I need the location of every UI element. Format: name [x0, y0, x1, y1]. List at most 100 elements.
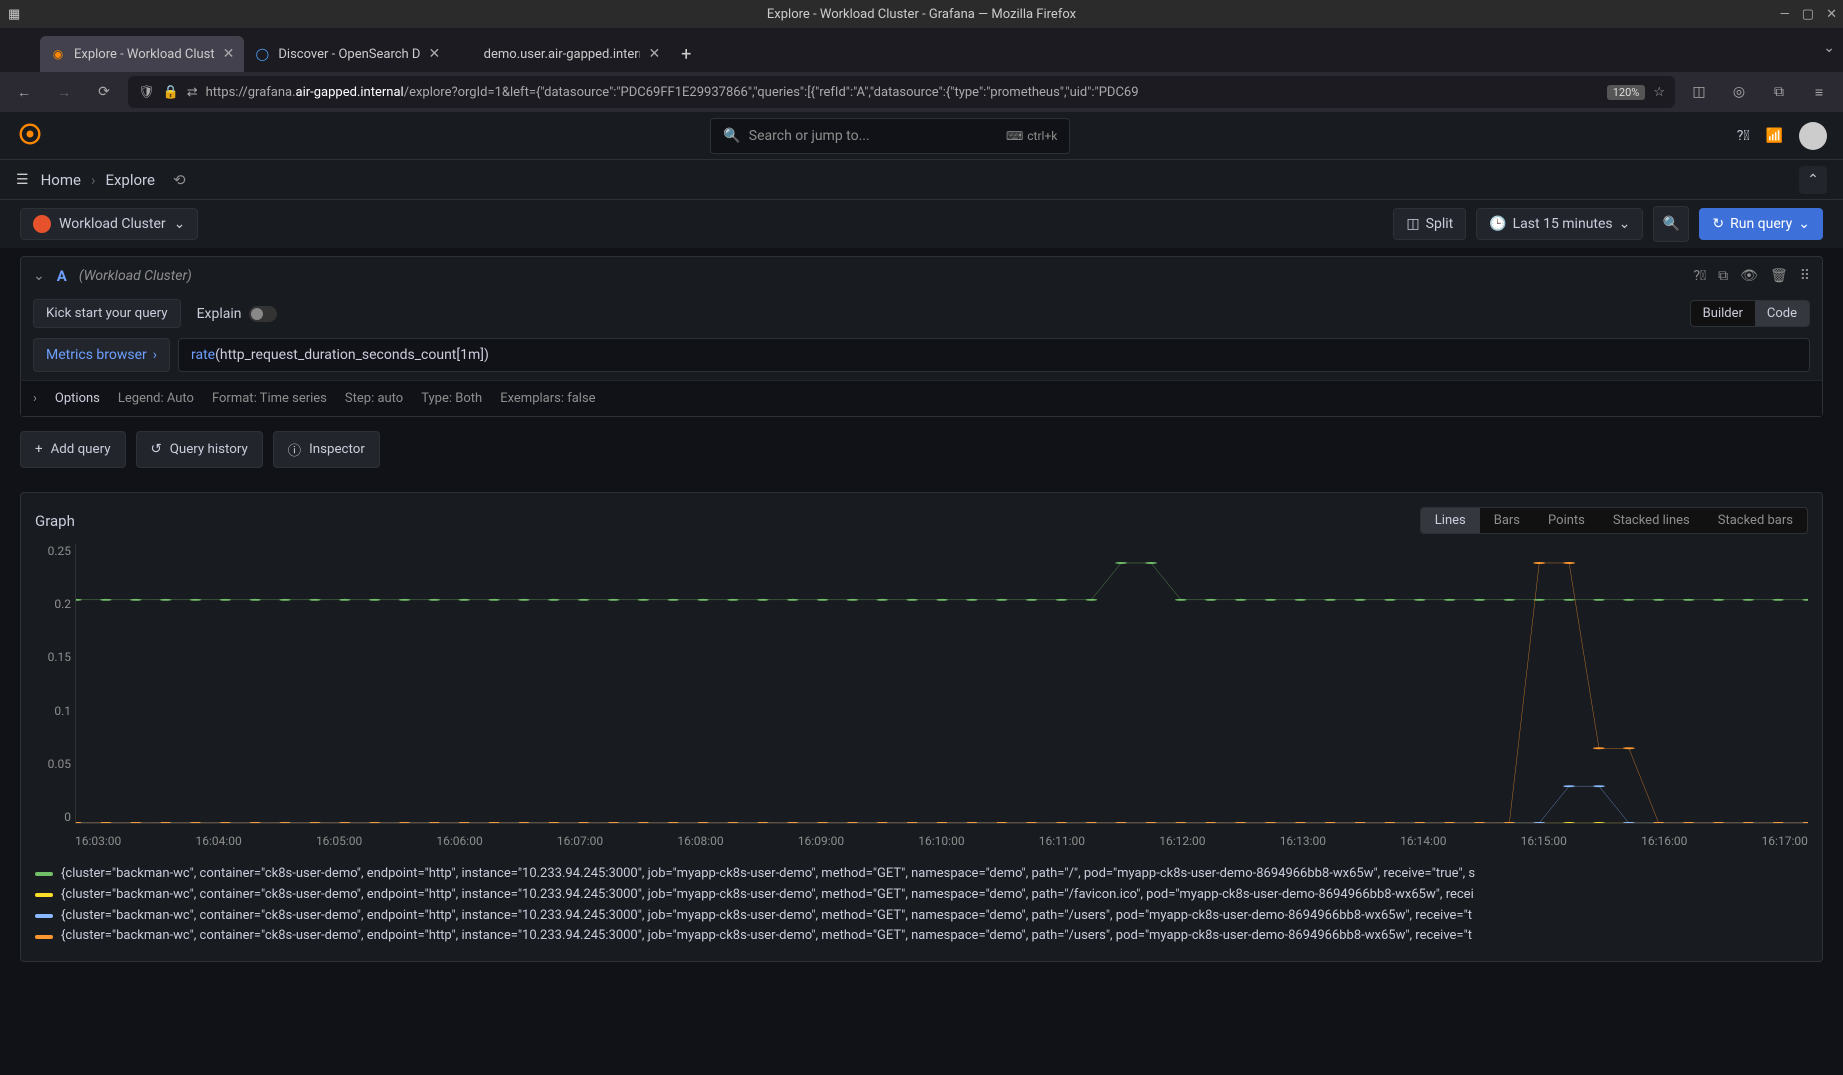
query-history-button[interactable]: ↺ Query history	[136, 431, 263, 468]
browser-tab-grafana[interactable]: ◉ Explore - Workload Clust ✕	[40, 36, 244, 72]
share-icon[interactable]: ⟲	[173, 171, 186, 189]
run-query-button[interactable]: ↻ Run query ⌄	[1699, 208, 1823, 240]
titlebar-app-icons: ▦	[8, 7, 20, 22]
code-option[interactable]: Code	[1755, 301, 1809, 326]
tab-close-icon[interactable]: ✕	[223, 46, 235, 62]
zoom-out-button[interactable]: 🔍	[1653, 206, 1689, 242]
help-icon[interactable]: ?⃝	[1737, 128, 1750, 144]
graph-panel: Graph LinesBarsPointsStacked linesStacke…	[20, 492, 1823, 962]
bookmark-star-icon[interactable]: ☆	[1653, 85, 1665, 100]
copy-icon[interactable]: ⧉	[1718, 268, 1728, 284]
hamburger-icon[interactable]: ☰	[16, 172, 29, 188]
permissions-icon[interactable]: ⇄	[187, 85, 198, 100]
reload-button[interactable]: ⟳	[88, 76, 120, 108]
chart-svg	[76, 544, 1808, 823]
legend-item[interactable]: {cluster="backman-wc", container="ck8s-u…	[35, 926, 1808, 947]
legend-item[interactable]: {cluster="backman-wc", container="ck8s-u…	[35, 906, 1808, 927]
collapse-toggle-icon[interactable]: ⌄	[33, 268, 45, 284]
opensearch-favicon-icon: ◯	[254, 46, 270, 62]
viz-type-switch: LinesBarsPointsStacked linesStacked bars	[1420, 507, 1808, 534]
address-bar[interactable]: 🛡 🔒 ⇄ https://grafana.air-gapped.interna…	[128, 76, 1675, 108]
query-options-row[interactable]: › Options Legend: Auto Format: Time seri…	[21, 380, 1822, 416]
step-option: Step: auto	[345, 391, 403, 406]
trash-icon[interactable]: 🗑	[1770, 268, 1788, 284]
zoom-badge[interactable]: 120%	[1607, 85, 1646, 100]
tab-close-icon[interactable]: ✕	[648, 46, 660, 62]
legend-item[interactable]: {cluster="backman-wc", container="ck8s-u…	[35, 864, 1808, 885]
expand-options-icon[interactable]: ›	[33, 391, 37, 406]
search-minus-icon: 🔍	[1663, 216, 1680, 232]
legend-item[interactable]: {cluster="backman-wc", container="ck8s-u…	[35, 885, 1808, 906]
datasource-picker[interactable]: Workload Cluster ⌄	[20, 208, 198, 240]
account-icon[interactable]: ◎	[1723, 76, 1755, 108]
menu-icon[interactable]: ≡	[1803, 76, 1835, 108]
viz-option-points[interactable]: Points	[1534, 508, 1599, 533]
viz-option-lines[interactable]: Lines	[1421, 508, 1480, 533]
kick-start-button[interactable]: Kick start your query	[33, 299, 181, 328]
pocket-icon[interactable]: ◫	[1683, 76, 1715, 108]
breadcrumb: Home › Explore ⟲	[41, 171, 186, 189]
explain-toggle[interactable]	[249, 306, 277, 322]
legend-option: Legend: Auto	[118, 391, 194, 406]
legend-text: {cluster="backman-wc", container="ck8s-u…	[61, 906, 1472, 927]
eye-icon[interactable]: 👁	[1740, 268, 1758, 284]
sync-icon: ↻	[1712, 216, 1724, 232]
grafana-logo-icon[interactable]	[16, 120, 44, 152]
prometheus-icon	[33, 215, 51, 233]
promql-editor[interactable]: rate(http_request_duration_seconds_count…	[178, 338, 1810, 372]
tab-list-dropdown-icon[interactable]: ⌄	[1823, 40, 1835, 56]
query-editor-row: ⌄ A (Workload Cluster) ?⃝ ⧉ 👁 🗑 ⠿ Kick s…	[20, 256, 1823, 417]
maximize-icon[interactable]: ▢	[1802, 7, 1814, 22]
search-input[interactable]: 🔍 Search or jump to... ⌨ ctrl+k	[710, 118, 1070, 154]
add-query-button[interactable]: + Add query	[20, 431, 126, 468]
chevron-right-icon: ›	[153, 347, 157, 363]
builder-option[interactable]: Builder	[1691, 301, 1755, 326]
info-icon: ⓘ	[288, 440, 301, 459]
tab-close-icon[interactable]: ✕	[428, 46, 440, 62]
viz-option-bars[interactable]: Bars	[1480, 508, 1534, 533]
lock-icon[interactable]: 🔒	[163, 85, 179, 100]
browser-tab-demo[interactable]: demo.user.air-gapped.intern ✕	[450, 36, 670, 72]
plus-box-icon: ▦	[8, 7, 20, 22]
tab-label: Explore - Workload Clust	[74, 47, 215, 62]
inspector-button[interactable]: ⓘ Inspector	[273, 431, 380, 468]
browser-tab-opensearch[interactable]: ◯ Discover - OpenSearch D ✕	[244, 36, 450, 72]
split-button[interactable]: ◫ Split	[1393, 208, 1466, 240]
new-tab-button[interactable]: +	[670, 36, 702, 72]
search-placeholder: Search or jump to...	[749, 128, 870, 144]
url-text: https://grafana.air-gapped.internal/expl…	[206, 85, 1599, 100]
y-axis: 0.250.20.150.10.050	[35, 544, 71, 824]
rss-icon[interactable]: 📶	[1766, 128, 1783, 144]
chevron-down-icon: ⌄	[1798, 216, 1810, 232]
breadcrumb-explore[interactable]: Explore	[105, 171, 155, 189]
tab-label: Discover - OpenSearch D	[278, 47, 420, 62]
grafana-favicon-icon: ◉	[50, 46, 66, 62]
breadcrumb-home[interactable]: Home	[41, 171, 81, 189]
metrics-browser-button[interactable]: Metrics browser ›	[33, 338, 170, 372]
avatar[interactable]	[1799, 122, 1827, 150]
chart-legend: {cluster="backman-wc", container="ck8s-u…	[35, 864, 1808, 947]
viz-option-stacked-bars[interactable]: Stacked bars	[1704, 508, 1807, 533]
legend-swatch	[35, 893, 53, 897]
chart-plot-area[interactable]: 0.250.20.150.10.050 16:03:0016:04:0016:0…	[75, 544, 1808, 844]
x-axis: 16:03:0016:04:0016:05:0016:06:0016:07:00…	[75, 834, 1808, 848]
extensions-icon[interactable]: ⧉	[1763, 76, 1795, 108]
options-label: Options	[55, 391, 100, 406]
chevron-right-icon: ›	[91, 171, 96, 189]
shield-icon[interactable]: 🛡	[138, 85, 155, 100]
forward-button[interactable]: →	[48, 76, 80, 108]
window-title: Explore - Workload Cluster - Grafana — M…	[767, 7, 1076, 22]
viz-option-stacked-lines[interactable]: Stacked lines	[1599, 508, 1704, 533]
close-icon[interactable]: ✕	[1826, 7, 1837, 22]
panel-title: Graph	[35, 512, 75, 530]
minimize-icon[interactable]: —	[1780, 7, 1790, 22]
drag-handle-icon[interactable]: ⠿	[1800, 268, 1810, 284]
type-option: Type: Both	[421, 391, 482, 406]
format-option: Format: Time series	[212, 391, 327, 406]
timerange-picker[interactable]: 🕒 Last 15 minutes ⌄	[1476, 208, 1643, 240]
collapse-up-icon[interactable]: ⌃	[1799, 166, 1827, 194]
back-button[interactable]: ←	[8, 76, 40, 108]
legend-text: {cluster="backman-wc", container="ck8s-u…	[61, 926, 1472, 947]
help-icon[interactable]: ?⃝	[1693, 268, 1706, 284]
datasource-label: Workload Cluster	[59, 216, 166, 232]
